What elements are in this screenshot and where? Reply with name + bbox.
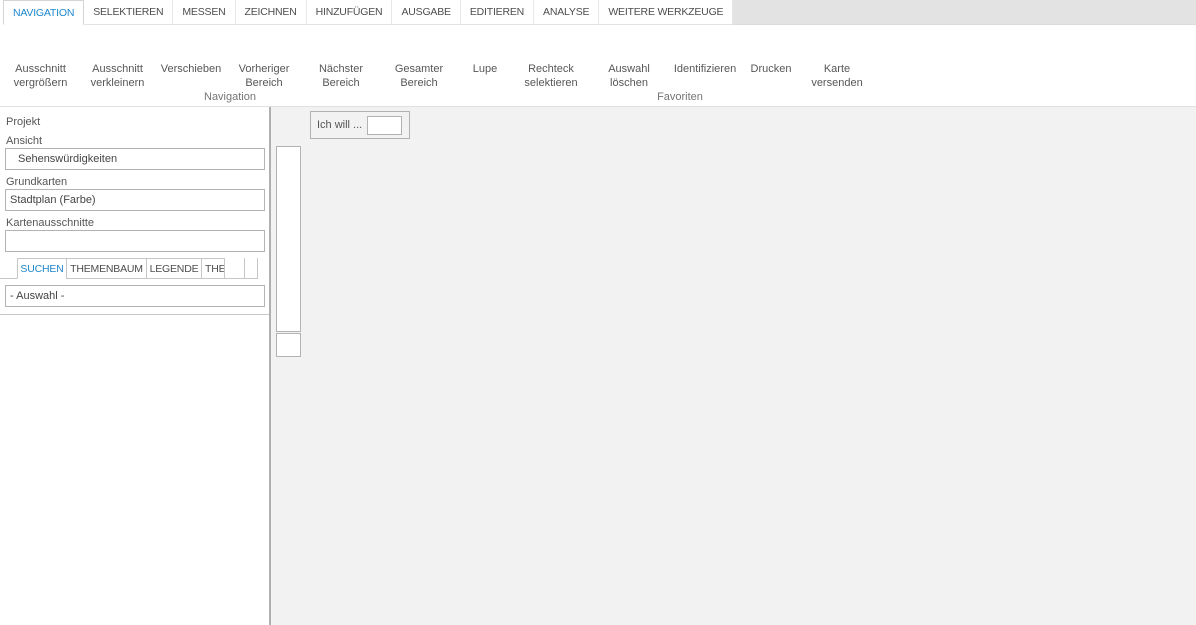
sidebar-tab-themenbaum[interactable]: THEMENBAUM <box>66 258 147 279</box>
ansicht-label: Ansicht <box>6 135 269 148</box>
ribbon-button-verschieben[interactable]: Verschieben <box>156 25 226 91</box>
ribbon-tab-ausgabe[interactable]: AUSGABE <box>392 0 460 25</box>
zoom-slider-track[interactable] <box>276 146 301 332</box>
sidebar-tab-themen[interactable]: THEMEN <box>201 258 225 279</box>
sidebar-tab-filler <box>225 258 245 279</box>
ribbon-button-drucken[interactable]: Drucken <box>742 25 800 91</box>
button-label: Ausschnitt <box>2 62 79 76</box>
button-label: Drucken <box>742 62 800 76</box>
ich-will-widget[interactable]: Ich will ... <box>310 111 410 139</box>
sidebar-divider <box>0 314 269 315</box>
ich-will-label: Ich will ... <box>317 119 362 131</box>
ribbon-tab-weitere-werkzeuge[interactable]: WEITERE WERKZEUGE <box>599 0 733 25</box>
project-label: Projekt <box>6 116 269 129</box>
ribbon-button-rechteck-selektieren[interactable]: Rechteck selektieren <box>512 25 590 91</box>
kartenausschnitte-label: Kartenausschnitte <box>6 217 269 230</box>
ribbon-group-label-favoriten: Favoriten <box>472 91 888 106</box>
button-label: Lupe <box>458 62 512 76</box>
ich-will-input[interactable] <box>367 116 402 135</box>
button-label: Bereich <box>380 76 458 90</box>
grundkarten-select[interactable] <box>5 189 265 211</box>
ribbon-tab-navigation[interactable]: NAVIGATION <box>3 0 84 25</box>
sidebar-tab-strip: SUCHEN THEMENBAUM LEGENDE THEMEN <box>0 258 269 279</box>
map-canvas[interactable]: Ich will ... <box>271 107 1196 625</box>
zoom-slider-button[interactable] <box>276 333 301 357</box>
ribbon-tab-selektieren[interactable]: SELEKTIEREN <box>84 0 173 25</box>
sidebar-panel: Projekt Ansicht Grundkarten Kartenaussch… <box>0 107 271 625</box>
ribbon-group-favoriten: Lupe Rechteck selektieren Auswahl lösche… <box>458 25 874 106</box>
zoom-slider <box>276 146 301 357</box>
ribbon-button-karte-versenden[interactable]: Karte versenden <box>800 25 874 91</box>
sidebar-tab-suchen[interactable]: SUCHEN <box>17 258 67 279</box>
button-label: Gesamter <box>380 62 458 76</box>
ribbon-tab-editieren[interactable]: EDITIEREN <box>461 0 534 25</box>
button-label: Bereich <box>226 76 302 90</box>
sidebar-tab-filler <box>245 258 258 279</box>
auswahl-select[interactable] <box>5 285 265 307</box>
ribbon-toolbar: Ausschnitt vergrößern Ausschnitt verklei… <box>0 25 1196 107</box>
sidebar-tab-legende[interactable]: LEGENDE <box>146 258 202 279</box>
kartenausschnitte-select[interactable] <box>5 230 265 252</box>
button-label: vergrößern <box>2 76 79 90</box>
button-label: verkleinern <box>79 76 156 90</box>
ribbon-button-auswahl-loeschen[interactable]: Auswahl löschen <box>590 25 668 91</box>
button-label: selektieren <box>512 76 590 90</box>
ribbon-group-navigation: Ausschnitt vergrößern Ausschnitt verklei… <box>2 25 458 106</box>
ribbon-group-label-navigation: Navigation <box>2 91 458 106</box>
button-label: Rechteck <box>512 62 590 76</box>
tab-bar-filler <box>733 0 1196 25</box>
sidebar-tab-lead-filler <box>0 258 18 279</box>
button-label: Vorheriger <box>226 62 302 76</box>
ribbon-button-vorheriger-bereich[interactable]: Vorheriger Bereich <box>226 25 302 91</box>
ribbon-tab-messen[interactable]: MESSEN <box>173 0 235 25</box>
button-label: versenden <box>800 76 874 90</box>
ribbon-button-naechster-bereich[interactable]: Nächster Bereich <box>302 25 380 91</box>
ribbon-tab-hinzufuegen[interactable]: HINZUFÜGEN <box>307 0 393 25</box>
ribbon-button-identifizieren[interactable]: Identifizieren <box>668 25 742 91</box>
button-label: Nächster <box>302 62 380 76</box>
ansicht-select[interactable] <box>5 148 265 170</box>
button-label: Auswahl <box>590 62 668 76</box>
ribbon-button-lupe[interactable]: Lupe <box>458 25 512 91</box>
ribbon-tab-bar: NAVIGATION SELEKTIEREN MESSEN ZEICHNEN H… <box>0 0 1196 25</box>
button-label: löschen <box>590 76 668 90</box>
button-label: Ausschnitt <box>79 62 156 76</box>
button-label: Karte <box>800 62 874 76</box>
button-label: Bereich <box>302 76 380 90</box>
ribbon-group-buttons: Lupe Rechteck selektieren Auswahl lösche… <box>458 25 874 91</box>
ribbon-button-ausschnitt-vergroessern[interactable]: Ausschnitt vergrößern <box>2 25 79 91</box>
ribbon-button-ausschnitt-verkleinern[interactable]: Ausschnitt verkleinern <box>79 25 156 91</box>
content-area: Projekt Ansicht Grundkarten Kartenaussch… <box>0 107 1196 625</box>
ribbon-button-gesamter-bereich[interactable]: Gesamter Bereich <box>380 25 458 91</box>
button-label: Verschieben <box>156 62 226 76</box>
ribbon-tab-analyse[interactable]: ANALYSE <box>534 0 599 25</box>
grundkarten-label: Grundkarten <box>6 176 269 189</box>
ribbon-tab-zeichnen[interactable]: ZEICHNEN <box>236 0 307 25</box>
button-label: Identifizieren <box>668 62 742 76</box>
ribbon-group-buttons: Ausschnitt vergrößern Ausschnitt verklei… <box>2 25 458 91</box>
